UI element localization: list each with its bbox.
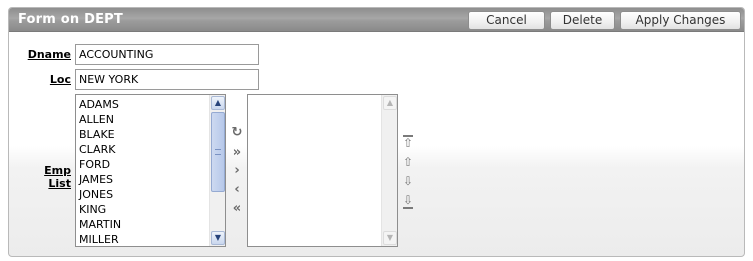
- list-item[interactable]: MARTIN: [76, 217, 210, 232]
- loc-label[interactable]: Loc: [27, 73, 71, 86]
- move-up-icon[interactable]: ⇧: [400, 154, 416, 171]
- cancel-button[interactable]: Cancel: [468, 11, 545, 30]
- move-all-icon[interactable]: »: [229, 145, 245, 161]
- region-title: Form on DEPT: [18, 12, 123, 27]
- form-region: Form on DEPT Cancel Delete Apply Changes…: [8, 7, 745, 257]
- scroll-down-icon[interactable]: ▼: [383, 231, 397, 245]
- loc-field[interactable]: NEW YORK: [75, 69, 259, 90]
- dname-label[interactable]: Dname: [27, 48, 71, 61]
- dname-field[interactable]: ACCOUNTING: [75, 44, 259, 65]
- remove-all-icon[interactable]: «: [229, 201, 245, 217]
- list-item[interactable]: KING: [76, 202, 210, 217]
- apply-changes-button[interactable]: Apply Changes: [620, 11, 741, 30]
- emp-available-items: ADAMS ALLEN BLAKE CLARK FORD JAMES JONES…: [76, 97, 210, 247]
- emp-list-label[interactable]: Emp List: [18, 164, 71, 190]
- list-item[interactable]: JAMES: [76, 172, 210, 187]
- selected-list-scrollbar[interactable]: ▲ ▼: [381, 95, 397, 246]
- list-item[interactable]: ADAMS: [76, 97, 210, 112]
- scroll-up-icon[interactable]: ▲: [383, 96, 397, 110]
- list-item[interactable]: BLAKE: [76, 127, 210, 142]
- move-down-icon[interactable]: ⇩: [400, 173, 416, 190]
- scroll-thumb[interactable]: [211, 112, 225, 192]
- list-item[interactable]: FORD: [76, 157, 210, 172]
- list-item[interactable]: ALLEN: [76, 112, 210, 127]
- region-header: Form on DEPT Cancel Delete Apply Changes: [9, 8, 744, 32]
- scroll-up-icon[interactable]: ▲: [211, 96, 225, 110]
- remove-icon[interactable]: ‹: [229, 182, 245, 198]
- grip-icon: [215, 149, 221, 155]
- emp-available-list[interactable]: ADAMS ALLEN BLAKE CLARK FORD JAMES JONES…: [75, 94, 226, 247]
- available-list-scrollbar[interactable]: ▲ ▼: [209, 95, 225, 246]
- list-item[interactable]: CLARK: [76, 142, 210, 157]
- move-bottom-icon[interactable]: ⇩: [400, 192, 416, 209]
- move-top-icon[interactable]: ⇧: [400, 135, 416, 152]
- list-item[interactable]: MILLER: [76, 232, 210, 247]
- reset-icon[interactable]: ↻: [229, 125, 245, 141]
- list-item[interactable]: JONES: [76, 187, 210, 202]
- delete-button[interactable]: Delete: [550, 11, 615, 30]
- scroll-down-icon[interactable]: ▼: [211, 231, 225, 245]
- move-icon[interactable]: ›: [229, 163, 245, 179]
- emp-selected-list[interactable]: ▲ ▼: [247, 94, 398, 247]
